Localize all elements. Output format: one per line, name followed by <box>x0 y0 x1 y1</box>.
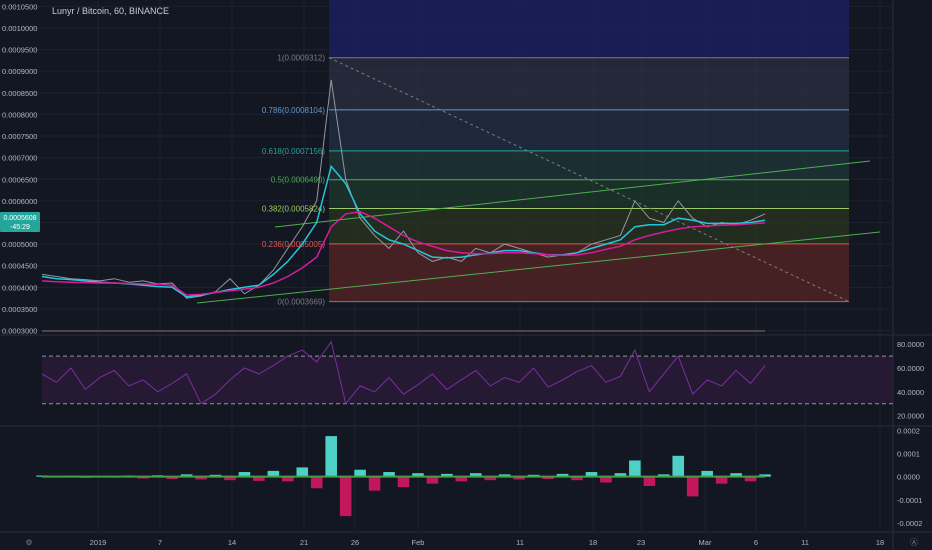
price-tick-label: 0.0008000 <box>2 110 37 119</box>
time-tick-label: 14 <box>228 538 236 547</box>
time-tick-label: 11 <box>801 538 809 547</box>
time-tick-label: 21 <box>300 538 308 547</box>
trading-chart[interactable]: 1(0.0009312) 0.786(0.0008104) 0.618(0.0007… <box>0 0 932 550</box>
fib-level-label: 0(0.0003669) <box>277 298 325 307</box>
fib-zone <box>329 179 849 209</box>
fib-level-label: 0.786(0.0008104) <box>262 106 326 115</box>
oscillator-bar[interactable] <box>715 476 728 484</box>
price-tick-label: 0.0009500 <box>2 46 37 55</box>
time-tick-label: 6 <box>754 538 758 547</box>
fib-zone <box>329 57 849 110</box>
price-tag-countdown: -45:29 <box>10 224 30 231</box>
timezone-icon[interactable]: ⚙ <box>25 538 32 547</box>
price-tick-label: 0.0008500 <box>2 89 37 98</box>
rsi-band-fill <box>42 356 893 404</box>
time-tick-label: 23 <box>637 538 645 547</box>
fib-zone <box>329 109 849 151</box>
auto-scale-icon[interactable]: Ⓐ <box>910 538 918 547</box>
oscillator-bar[interactable] <box>426 476 439 484</box>
oscillator-tick-label: -0.0002 <box>897 519 922 528</box>
fib-level-label: 0.236(0.0005005) <box>262 240 326 249</box>
price-tick-label: 0.0009000 <box>2 67 37 76</box>
time-tick-label: 18 <box>876 538 884 547</box>
price-tick-label: 0.0005000 <box>2 240 37 249</box>
price-tick-label: 0.0004500 <box>2 262 37 271</box>
oscillator-bar[interactable] <box>397 476 410 488</box>
fib-retracement[interactable] <box>328 0 850 303</box>
price-tag: 0.0005608 -45:29 <box>0 212 40 232</box>
time-tick-label: Mar <box>699 538 712 547</box>
price-tick-label: 0.0010500 <box>2 2 37 11</box>
rsi-tick-label: 80.0000 <box>897 340 924 349</box>
time-tick-label: Feb <box>412 538 425 547</box>
price-tick-label: 0.0003500 <box>2 305 37 314</box>
time-tick-label: 2019 <box>90 538 107 547</box>
fib-zone <box>329 208 849 244</box>
fib-zone <box>329 150 849 180</box>
rsi-tick-label: 20.0000 <box>897 412 924 421</box>
fib-level-label: 0.618(0.0007156) <box>262 147 326 156</box>
oscillator-bar[interactable] <box>643 476 656 486</box>
price-tick-label: 0.0006000 <box>2 197 37 206</box>
time-tick-label: 11 <box>516 538 524 547</box>
oscillator-tick-label: -0.0001 <box>897 496 922 505</box>
price-tick-label: 0.0003000 <box>2 327 37 336</box>
fib-zone-extension <box>329 0 849 58</box>
price-tick-label: 0.0010000 <box>2 24 37 33</box>
oscillator-tick-label: 0.0002 <box>897 426 920 435</box>
oscillator-bar[interactable] <box>368 476 381 491</box>
oscillator-bar[interactable] <box>629 460 641 477</box>
oscillator-bar[interactable] <box>339 476 352 517</box>
chart-title: Lunyr / Bitcoin, 60, BINANCE <box>52 6 169 16</box>
oscillator-bar[interactable] <box>686 476 699 497</box>
oscillator-bar[interactable] <box>296 467 309 477</box>
oscillator-bar[interactable] <box>310 476 323 489</box>
time-tick-label: 7 <box>158 538 162 547</box>
oscillator-bar[interactable] <box>672 455 685 477</box>
price-tag-value: 0.0005608 <box>3 215 36 222</box>
fib-level-label: 1(0.0009312) <box>277 54 325 63</box>
rsi-tick-label: 40.0000 <box>897 388 924 397</box>
time-tick-label: 18 <box>589 538 597 547</box>
price-tick-label: 0.0004000 <box>2 283 37 292</box>
price-tick-label: 0.0007500 <box>2 132 37 141</box>
fib-level-label: 0.382(0.0005824) <box>262 204 326 213</box>
oscillator-bar[interactable] <box>354 469 366 477</box>
oscillator-bar[interactable] <box>325 436 337 477</box>
oscillator-tick-label: 0.0000 <box>897 473 920 482</box>
time-tick-label: 26 <box>351 538 359 547</box>
price-tick-label: 0.0006500 <box>2 175 37 184</box>
fib-level-label: 0.5(0.0006490) <box>271 176 326 185</box>
rsi-tick-label: 60.0000 <box>897 364 924 373</box>
price-tick-label: 0.0007000 <box>2 154 37 163</box>
oscillator-tick-label: 0.0001 <box>897 450 920 459</box>
